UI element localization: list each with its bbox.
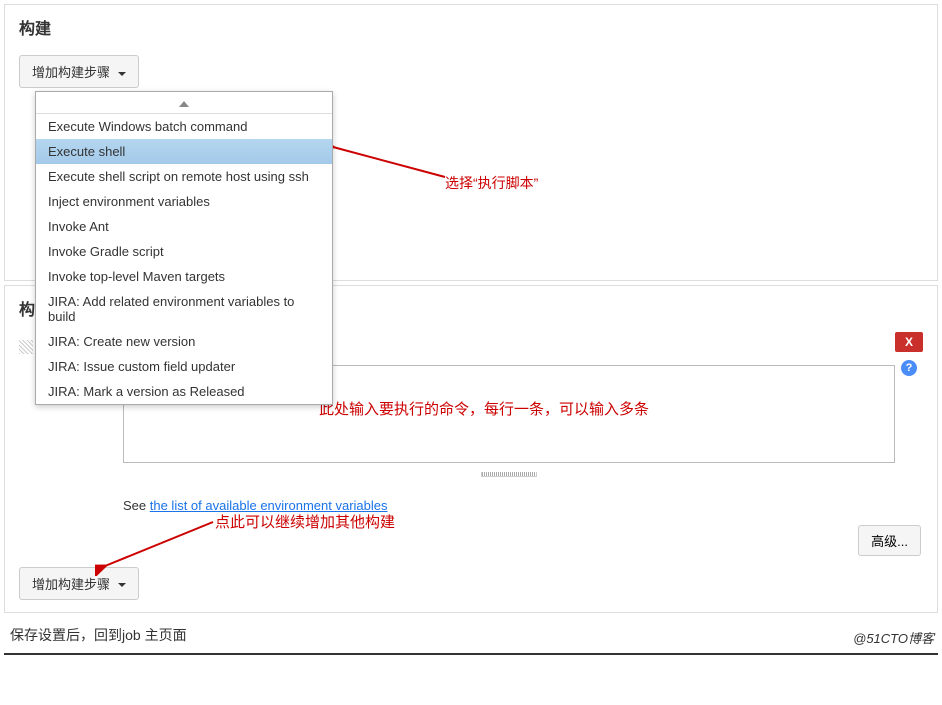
chevron-up-icon (179, 101, 189, 107)
footer-note: 保存设置后，回到job 主页面 (10, 627, 187, 643)
annotation-text-3: 点此可以继续增加其他构建 (215, 511, 395, 532)
annotation-text-2: 此处输入要执行的命令，每行一条，可以输入多条 (319, 398, 649, 419)
add-build-step-button[interactable]: 增加构建步骤 (19, 55, 139, 88)
dropdown-scroll-up[interactable] (36, 92, 332, 114)
dropdown-item[interactable]: Execute shell script on remote host usin… (36, 164, 332, 189)
add-build-step-label: 增加构建步骤 (32, 577, 110, 592)
drag-handle-icon[interactable] (19, 340, 33, 354)
caret-down-icon (118, 72, 126, 76)
dropdown-item[interactable]: JIRA: Issue custom field updater (36, 354, 332, 379)
dropdown-item[interactable]: Invoke top-level Maven targets (36, 264, 332, 289)
build-section-1: 构建 增加构建步骤 Execute Windows batch commandE… (4, 4, 938, 281)
dropdown-item[interactable]: Invoke Gradle script (36, 239, 332, 264)
annotation-text-1: 选择“执行脚本” (445, 173, 538, 193)
dropdown-item[interactable]: Execute Windows batch command (36, 114, 332, 139)
help-icon[interactable]: ? (901, 360, 917, 376)
caret-down-icon (118, 583, 126, 587)
dropdown-item[interactable]: JIRA: Add related environment variables … (36, 289, 332, 329)
dropdown-item[interactable]: Invoke Ant (36, 214, 332, 239)
dropdown-item[interactable]: Execute shell (36, 139, 332, 164)
watermark: @51CTO博客 (853, 628, 934, 647)
section-title: 构建 (5, 5, 937, 49)
build-step-dropdown: Execute Windows batch commandExecute she… (35, 91, 333, 405)
add-build-step-label: 增加构建步骤 (32, 65, 110, 80)
add-build-step-button-2[interactable]: 增加构建步骤 (19, 567, 139, 600)
textarea-resize-grip[interactable] (123, 465, 895, 480)
dropdown-item[interactable]: Inject environment variables (36, 189, 332, 214)
delete-step-button[interactable]: X (895, 332, 923, 352)
advanced-button[interactable]: 高级... (858, 525, 921, 556)
dropdown-item[interactable]: JIRA: Mark a version as Released (36, 379, 332, 404)
dropdown-item[interactable]: JIRA: Create new version (36, 329, 332, 354)
footer-note-row: 保存设置后，回到job 主页面 @51CTO博客 (4, 617, 938, 655)
